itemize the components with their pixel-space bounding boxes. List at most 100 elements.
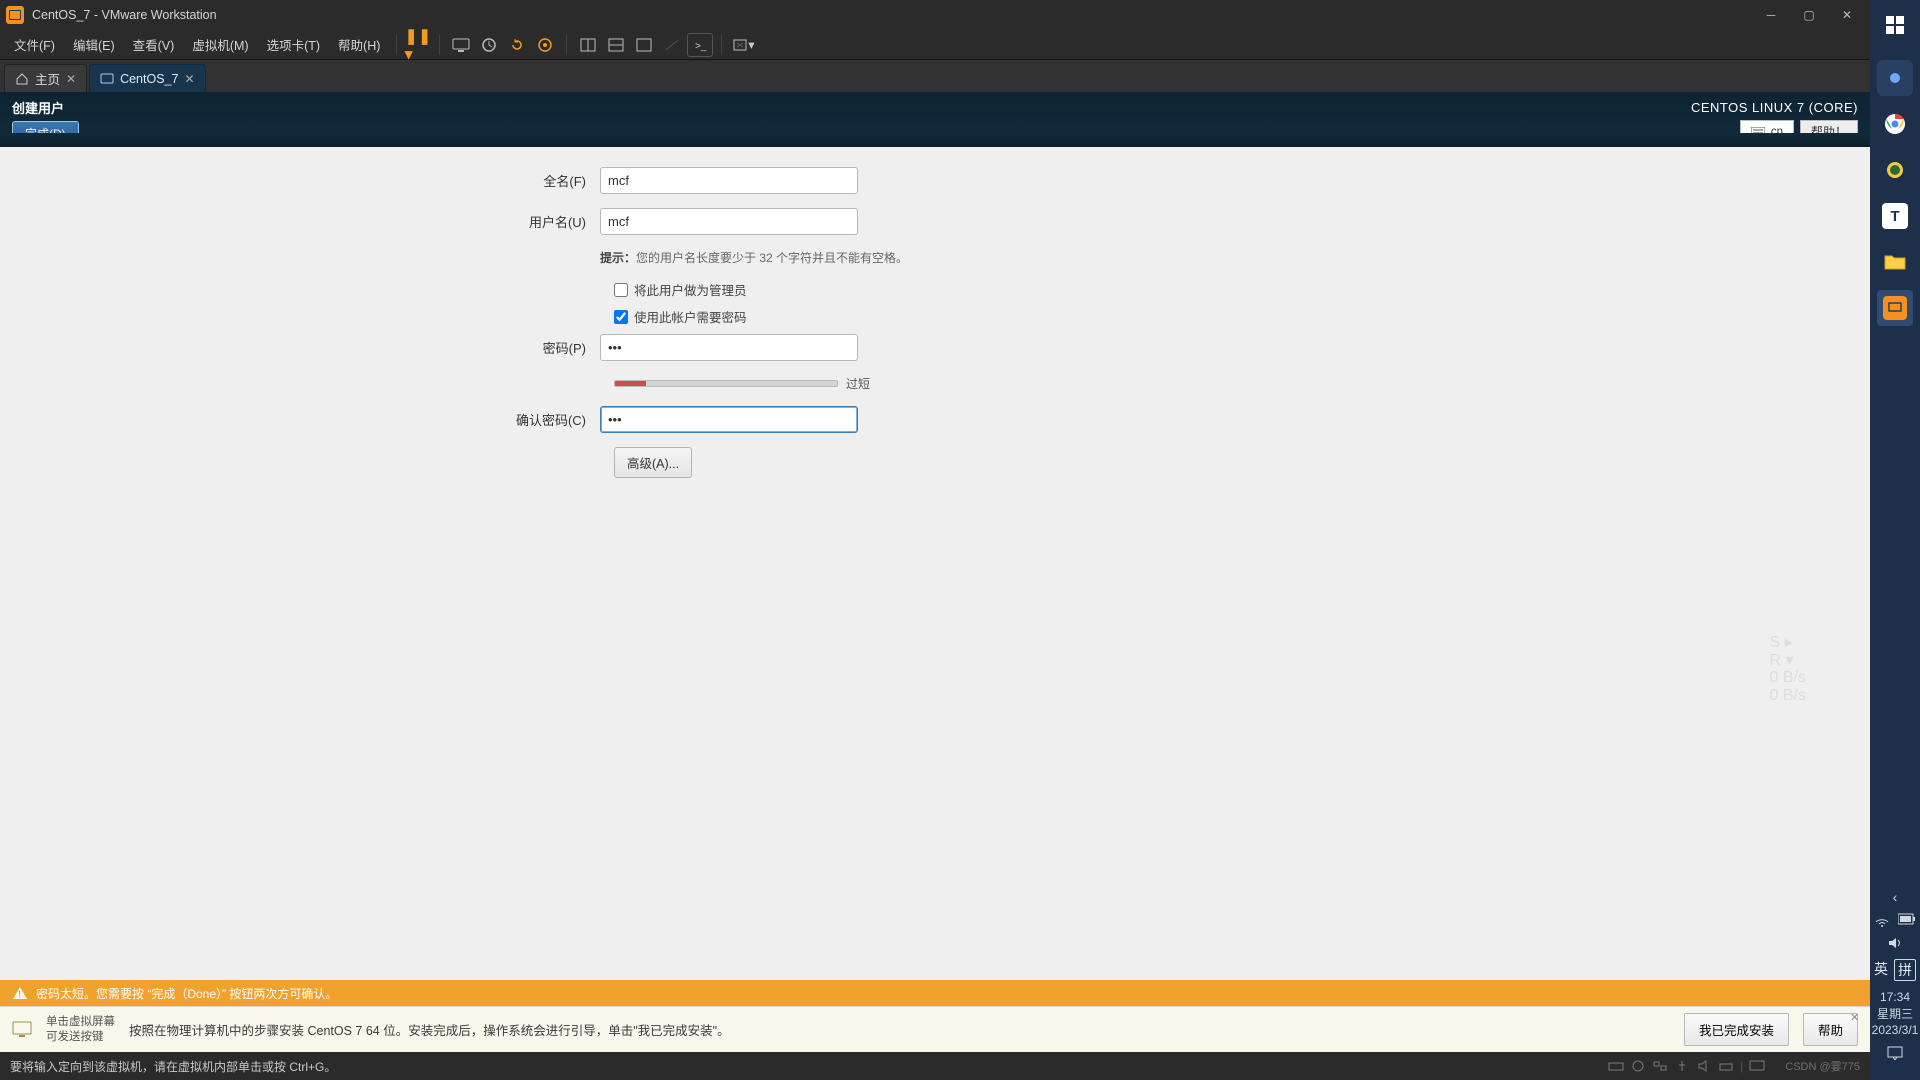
password-label: 密码(P) [0,338,600,357]
status-text: 要将输入定向到该虚拟机，请在虚拟机内部单击或按 Ctrl+G。 [10,1058,336,1075]
battery-icon[interactable] [1898,913,1916,925]
pause-button[interactable]: ❚❚ ▾ [405,33,431,57]
view-single-icon[interactable] [575,33,601,57]
separator [721,35,722,55]
title-bar[interactable]: CentOS_7 - VMware Workstation ─ ▢ ✕ [0,0,1870,30]
distro-label: CENTOS LINUX 7 (CORE) [1691,100,1858,115]
taskbar-app-1[interactable] [1877,60,1913,96]
ime-indicator[interactable]: 英 拼 [1874,959,1916,981]
strength-bar [614,380,838,387]
view-multi-icon[interactable] [603,33,629,57]
folder-icon [1884,253,1906,271]
advanced-button[interactable]: 高级(A)... [614,447,692,478]
send-ctrl-alt-del-icon[interactable] [448,33,474,57]
vm-tabs: 主页 ✕ CentOS_7 ✕ [0,60,1870,92]
require-password-label: 使用此帐户需要密码 [634,307,747,326]
password-strength: 过短 [614,375,1870,392]
chrome-icon [1884,113,1906,135]
warning-bar: ! 密码太短。您需要按 “完成（Done）” 按钮两次方可确认。 [0,980,1870,1006]
taskbar-text-app[interactable]: T [1877,198,1913,234]
username-input[interactable] [600,208,858,235]
keyboard-icon [1751,127,1765,137]
admin-checkbox-label: 将此用户做为管理员 [634,280,747,299]
close-icon[interactable]: ✕ [1850,1011,1864,1025]
notifications-icon[interactable] [1887,1046,1903,1060]
vmware-app-icon [6,6,24,24]
strength-label: 过短 [846,375,870,392]
separator [396,35,397,55]
admin-checkbox-row[interactable]: 将此用户做为管理员 [614,280,1870,299]
menu-file[interactable]: 文件(F) [6,30,63,59]
menu-edit[interactable]: 编辑(E) [65,30,123,59]
username-label: 用户名(U) [0,212,600,231]
window-title: CentOS_7 - VMware Workstation [32,8,217,22]
menu-tabs[interactable]: 选项卡(T) [259,30,328,59]
printer-icon[interactable] [1718,1059,1734,1073]
taskbar-explorer[interactable] [1877,244,1913,280]
done-button[interactable]: 完成(D) [12,121,79,146]
help-button[interactable]: 帮助！ [1800,120,1858,143]
system-tray[interactable]: ‹ 英 拼 17:34 星期三 2023/3/1 [1872,889,1919,1080]
guest-screen[interactable]: 创建用户 完成(D) CENTOS LINUX 7 (CORE) cn 帮助！ … [0,92,1870,1006]
menu-help[interactable]: 帮助(H) [330,30,388,59]
installer-header: 创建用户 完成(D) CENTOS LINUX 7 (CORE) cn 帮助！ [0,92,1870,147]
usb-icon[interactable] [1674,1059,1690,1073]
display-icon[interactable] [1749,1059,1765,1073]
menu-vm[interactable]: 虚拟机(M) [184,30,256,59]
window-close-button[interactable]: ✕ [1830,4,1864,26]
install-complete-button[interactable]: 我已完成安装 [1684,1013,1789,1046]
cd-icon[interactable] [1630,1059,1646,1073]
hint-message: 按照在物理计算机中的步骤安装 CentOS 7 64 位。安装完成后，操作系统会… [129,1020,1670,1039]
windows-taskbar[interactable]: T ‹ 英 拼 17:34 星期三 2023/3/1 [1870,0,1920,1080]
require-password-row[interactable]: 使用此帐户需要密码 [614,307,1870,326]
window-maximize-button[interactable]: ▢ [1792,4,1826,26]
confirm-password-input[interactable] [600,406,858,433]
keyboard-layout-label: cn [1771,126,1783,138]
sound-icon[interactable] [1696,1059,1712,1073]
tab-home[interactable]: 主页 ✕ [4,64,87,92]
menu-view[interactable]: 查看(V) [125,30,183,59]
separator [439,35,440,55]
close-icon[interactable]: ✕ [184,72,194,86]
password-input[interactable] [600,334,858,361]
text-app-icon: T [1882,203,1908,229]
username-hint: 您的用户名长度要少于 32 个字符并且不能有空格。 [636,251,908,265]
create-user-form: 全名(F) 用户名(U) 提示：您的用户名长度要少于 32 个字符并且不能有空格… [0,147,1870,980]
taskbar-vmware[interactable] [1877,290,1913,326]
hint-prefix: 提示： [600,251,636,265]
snapshot-manager-icon[interactable] [532,33,558,57]
wifi-icon[interactable] [1874,913,1890,927]
monitor-icon [12,1020,32,1040]
vmware-hint-bar: 单击虚拟屏幕 可发送按键 按照在物理计算机中的步骤安装 CentOS 7 64 … [0,1006,1870,1052]
net-speed-widget[interactable]: S ▸ R ▾ 0 B/s 0 B/s [1770,634,1806,704]
menu-bar: 文件(F) 编辑(E) 查看(V) 虚拟机(M) 选项卡(T) 帮助(H) ❚❚… [0,30,1870,60]
taskbar-chrome[interactable] [1877,106,1913,142]
close-icon[interactable]: ✕ [66,72,76,86]
svg-text:!: ! [18,990,21,1000]
require-password-checkbox[interactable] [614,310,628,324]
warning-text: 密码太短。您需要按 “完成（Done）” 按钮两次方可确认。 [36,985,337,1002]
separator [566,35,567,55]
globe-icon [1885,160,1905,180]
window-minimize-button[interactable]: ─ [1754,4,1788,26]
tray-overflow-icon[interactable]: ‹ [1893,889,1898,905]
keyboard-indicator[interactable]: cn [1740,120,1794,143]
taskbar-app-2[interactable] [1877,152,1913,188]
watermark-text: CSDN @霎775 [1785,1058,1860,1074]
snapshot-revert-icon[interactable] [504,33,530,57]
taskbar-clock[interactable]: 17:34 星期三 2023/3/1 [1872,989,1919,1038]
hdd-icon[interactable] [1608,1059,1624,1073]
view-fullscreen-icon[interactable] [631,33,657,57]
admin-checkbox[interactable] [614,283,628,297]
network-icon[interactable] [1652,1059,1668,1073]
snapshot-take-icon[interactable] [476,33,502,57]
volume-icon[interactable] [1887,935,1903,951]
clock-date: 2023/3/1 [1872,1022,1919,1038]
fullname-input[interactable] [600,167,858,194]
console-icon[interactable]: >_ [687,33,713,57]
vmware-icon [1883,296,1907,320]
unity-icon[interactable] [659,33,685,57]
stretch-icon[interactable]: ▾ [730,33,756,57]
start-button[interactable] [1870,0,1920,50]
tab-centos[interactable]: CentOS_7 ✕ [89,64,205,92]
